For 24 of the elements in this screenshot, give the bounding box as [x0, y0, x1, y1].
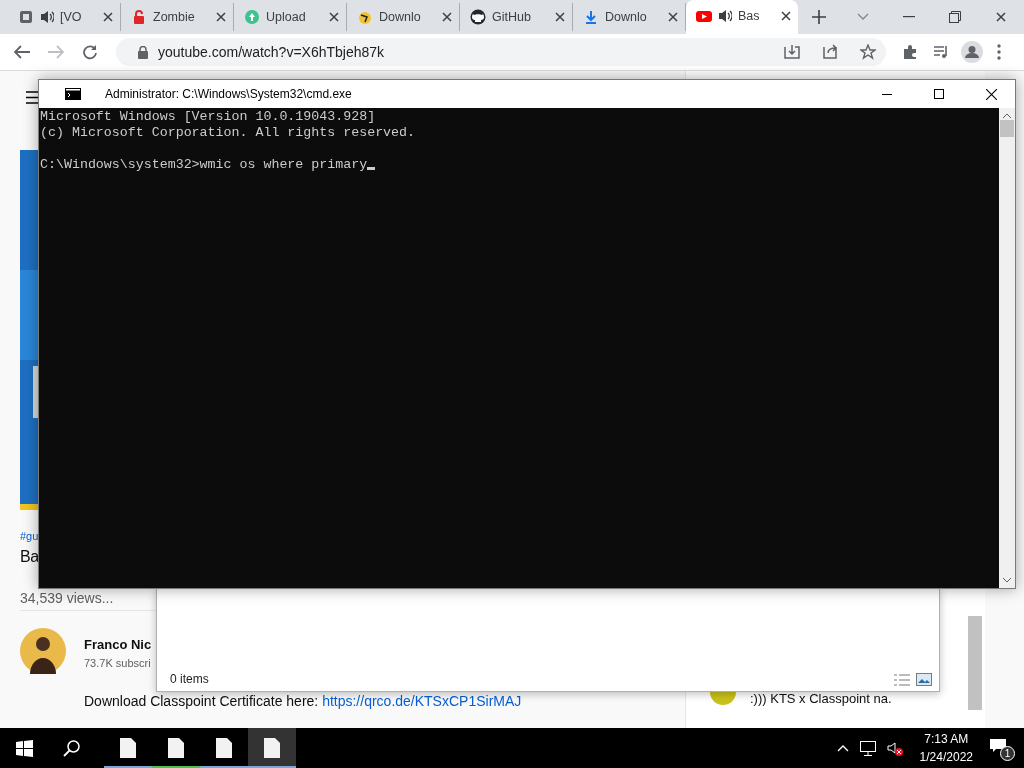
subscriber-count: 73.7K subscri	[84, 657, 151, 669]
clock-time[interactable]: 7:13 AM	[919, 730, 973, 748]
status-text: 0 items	[170, 672, 210, 686]
window-title: Administrator: C:\Windows\System32\cmd.exe	[105, 87, 353, 101]
browser-tab[interactable]: [VO	[8, 3, 121, 31]
clock-date[interactable]: 1/24/2022	[919, 748, 973, 766]
browser-tab[interactable]: Upload	[234, 3, 347, 31]
notification-badge: 1	[1000, 746, 1015, 761]
console-output: Microsoft Windows [Version 10.0.19043.928]	[40, 109, 377, 125]
browser-tab[interactable]: GitHub	[460, 3, 573, 31]
notification-button[interactable]: 1	[990, 737, 1012, 759]
view-count: 34,539 views...	[20, 590, 114, 606]
hashtag-link[interactable]: #gu	[20, 530, 39, 542]
command-prompt: C:\Windows\system32>wmic os where primary	[40, 157, 368, 172]
browser-tab[interactable]: Downlo	[347, 3, 460, 31]
browser-tab[interactable]: Bas	[686, 0, 798, 34]
description-line: Download Classpoint Certificate here: https://qrco.de/KTSxCP1SirMAJ	[84, 692, 522, 711]
description-link[interactable]: https://qrco.de/KTSxCP1SirMAJ	[322, 693, 522, 709]
browser-tab[interactable]: Zombie	[121, 3, 234, 31]
address-bar[interactable]: youtube.com/watch?v=X6hTbjeh87k	[116, 38, 886, 66]
channel-name[interactable]: Franco Nic	[84, 637, 152, 652]
console-output: (c) Microsoft Corporation. All rights reserved.	[40, 125, 417, 141]
chat-message: :))) KTS x Classpoint na.	[750, 691, 892, 706]
video-title: Ba	[20, 548, 39, 566]
